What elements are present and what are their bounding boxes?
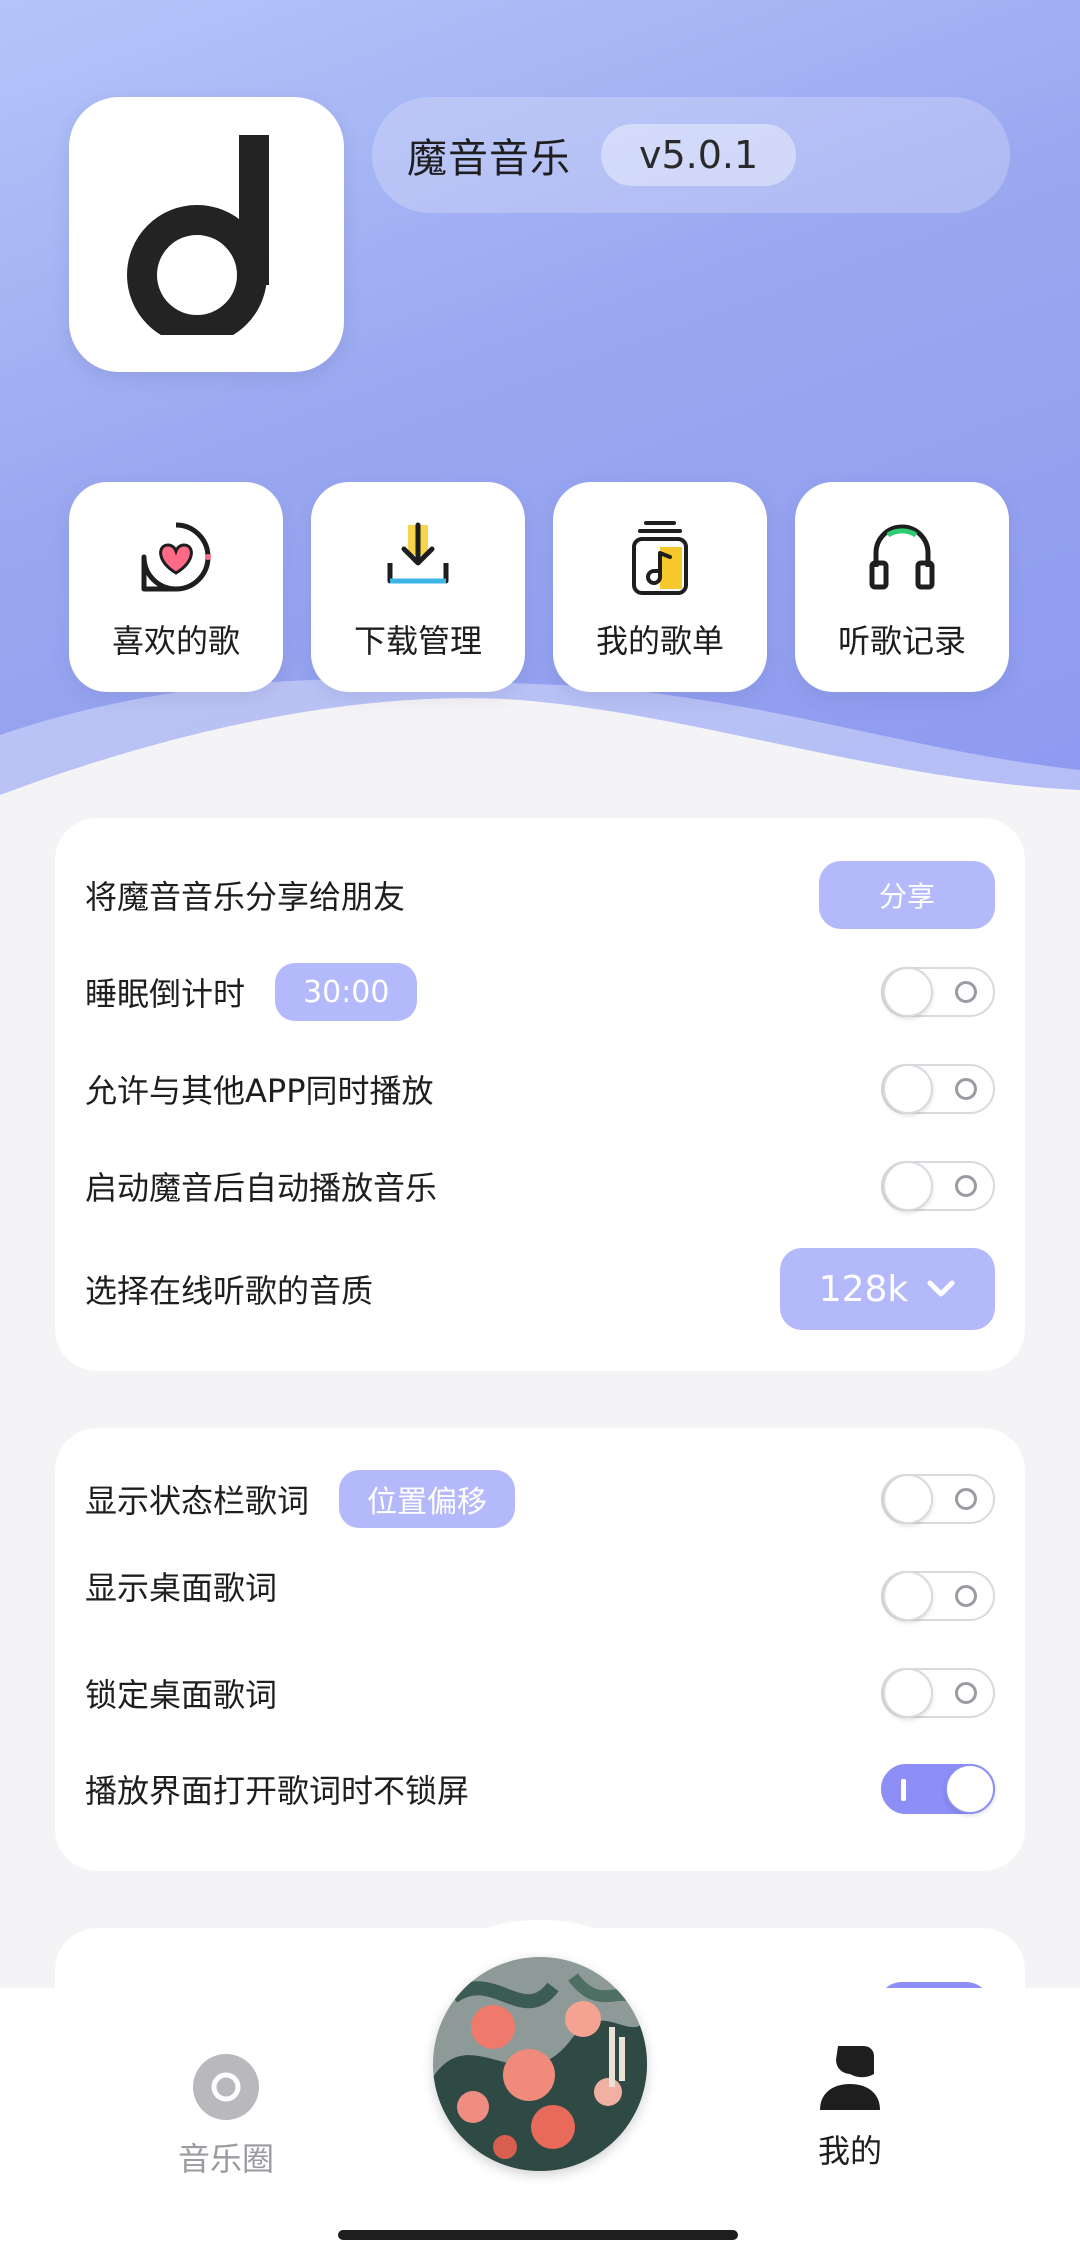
quick-action-label: 听歌记录 [837, 622, 966, 660]
lock-desktop-lyrics-toggle[interactable] [881, 1668, 995, 1718]
headphones-icon [857, 512, 947, 602]
quality-dropdown[interactable]: 128k [780, 1248, 995, 1330]
mix-playback-toggle[interactable] [881, 1064, 995, 1114]
no-lock-screen-toggle[interactable] [881, 1764, 995, 1814]
home-indicator [338, 2230, 738, 2240]
chevron-down-icon [927, 1280, 955, 1297]
quick-action-downloads[interactable]: 下载管理 [311, 482, 525, 692]
album-art [433, 1957, 647, 2171]
music-note-logo-icon [126, 134, 269, 335]
settings-card-lyrics: 显示状态栏歌词 位置偏移 显示桌面歌词 锁定桌面歌词 播放界面打开歌词时不锁屏 [55, 1428, 1025, 1871]
quick-action-label: 下载管理 [353, 622, 482, 660]
playlist-icon [615, 512, 705, 602]
profile-icon [820, 2046, 880, 2110]
no-lock-screen-row: 播放界面打开歌词时不锁屏 [85, 1754, 995, 1824]
desktop-lyrics-label: 显示桌面歌词 [85, 1569, 278, 1607]
nav-mine-label: 我的 [818, 2132, 883, 2170]
quality-label: 选择在线听歌的音质 [85, 1272, 374, 1310]
autoplay-label: 启动魔音后自动播放音乐 [85, 1169, 438, 1207]
app-logo [69, 97, 344, 372]
sleep-timer-row: 睡眠倒计时 30:00 [85, 957, 995, 1027]
status-lyrics-label: 显示状态栏歌词 [85, 1482, 310, 1520]
mix-playback-label: 允许与其他APP同时播放 [85, 1072, 434, 1110]
nav-mine[interactable]: 我的 [818, 2042, 882, 2172]
nav-music-circle-label: 音乐圈 [178, 2140, 275, 2178]
heart-chat-icon [131, 512, 221, 602]
quality-value: 128k [818, 1268, 909, 1310]
version-badge: v5.0.1 [601, 124, 797, 186]
nav-music-circle[interactable]: 音乐圈 [178, 2054, 274, 2180]
desktop-lyrics-row: 显示桌面歌词 [85, 1561, 995, 1631]
quick-actions: 喜欢的歌 下载管理 我的歌单 听歌记录 [69, 482, 1009, 692]
share-button[interactable]: 分享 [819, 861, 995, 929]
lock-desktop-lyrics-row: 锁定桌面歌词 [85, 1658, 995, 1728]
desktop-lyrics-toggle[interactable] [881, 1571, 995, 1621]
profile-header: 魔音音乐 v5.0.1 喜欢的歌 下载管理 我的歌单 听歌记录 [0, 0, 1080, 800]
autoplay-toggle[interactable] [881, 1161, 995, 1211]
music-circle-icon [193, 2054, 259, 2120]
album-cover[interactable] [433, 1957, 647, 2171]
mix-playback-row: 允许与其他APP同时播放 [85, 1054, 995, 1124]
no-lock-screen-label: 播放界面打开歌词时不锁屏 [85, 1772, 470, 1810]
share-label: 将魔音音乐分享给朋友 [85, 878, 406, 916]
status-lyrics-row: 显示状态栏歌词 位置偏移 [85, 1464, 995, 1534]
lock-desktop-lyrics-label: 锁定桌面歌词 [85, 1676, 278, 1714]
quick-action-history[interactable]: 听歌记录 [795, 482, 1009, 692]
settings-card-playback: 将魔音音乐分享给朋友 分享 睡眠倒计时 30:00 允许与其他APP同时播放 启… [55, 818, 1025, 1371]
download-icon [373, 512, 463, 602]
autoplay-row: 启动魔音后自动播放音乐 [85, 1151, 995, 1221]
quick-action-label: 我的歌单 [595, 622, 724, 660]
quick-action-label: 喜欢的歌 [111, 622, 240, 660]
position-offset-button[interactable]: 位置偏移 [339, 1470, 516, 1528]
status-lyrics-toggle[interactable] [881, 1474, 995, 1524]
quick-action-liked-songs[interactable]: 喜欢的歌 [69, 482, 283, 692]
share-row: 将魔音音乐分享给朋友 分享 [85, 860, 995, 930]
app-title-pill: 魔音音乐 v5.0.1 [372, 97, 1010, 213]
app-name: 魔音音乐 [407, 136, 571, 182]
sleep-timer-value[interactable]: 30:00 [275, 963, 418, 1021]
sleep-timer-toggle[interactable] [881, 967, 995, 1017]
quality-row: 选择在线听歌的音质 128k [85, 1248, 995, 1330]
sleep-timer-label: 睡眠倒计时 [85, 975, 246, 1013]
quick-action-playlists[interactable]: 我的歌单 [553, 482, 767, 692]
